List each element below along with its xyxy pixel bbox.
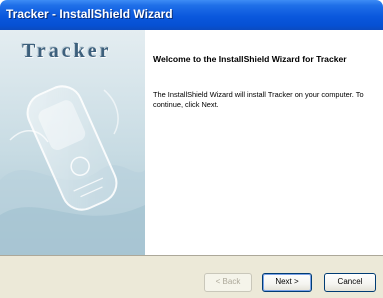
welcome-body: The InstallShield Wizard will install Tr… [153, 90, 364, 109]
welcome-panel: Welcome to the InstallShield Wizard for … [145, 30, 383, 255]
window-title: Tracker - InstallShield Wizard [6, 7, 173, 21]
next-button[interactable]: Next > [262, 273, 312, 292]
welcome-heading: Welcome to the InstallShield Wizard for … [153, 54, 347, 64]
back-button[interactable]: < Back [204, 273, 252, 292]
banner-artwork [0, 30, 145, 255]
side-banner: Tracker [0, 30, 145, 255]
brand-logo: Tracker [22, 40, 112, 62]
installer-window: Tracker - InstallShield Wizard Tracker W… [0, 0, 383, 298]
button-bar: < Back Next > Cancel [0, 255, 383, 298]
cancel-button[interactable]: Cancel [324, 273, 376, 292]
title-bar[interactable]: Tracker - InstallShield Wizard [0, 0, 383, 30]
wizard-content: Tracker Welcome to the InstallShield Wiz… [0, 30, 383, 255]
